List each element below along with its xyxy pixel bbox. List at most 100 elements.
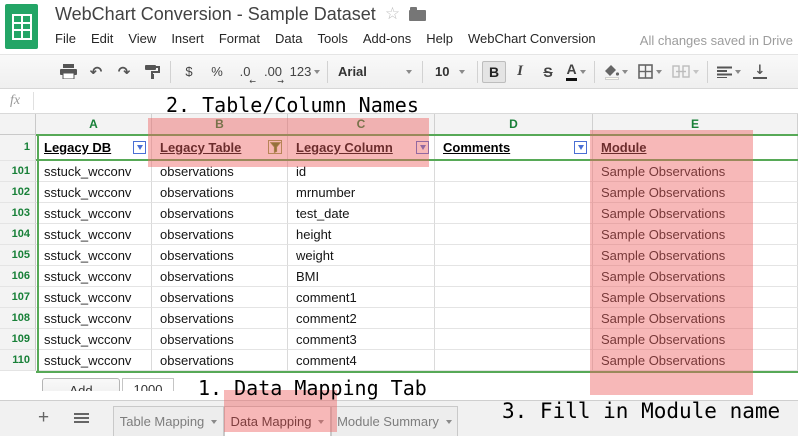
- font-size-select[interactable]: 10: [427, 60, 473, 84]
- cell[interactable]: sstuck_wcconv: [36, 329, 152, 350]
- print-icon[interactable]: [54, 60, 82, 84]
- column-header-c[interactable]: C: [288, 114, 435, 134]
- format-percent-button[interactable]: %: [203, 60, 231, 84]
- cell[interactable]: Sample Observations: [593, 266, 798, 287]
- cell[interactable]: weight: [288, 245, 435, 266]
- menu-item-edit[interactable]: Edit: [91, 31, 113, 46]
- cell[interactable]: id: [288, 161, 435, 182]
- cell-c1[interactable]: Legacy Column: [288, 135, 435, 161]
- paint-format-icon[interactable]: [138, 60, 166, 84]
- row-header-1[interactable]: 1: [0, 135, 36, 161]
- cell[interactable]: sstuck_wcconv: [36, 308, 152, 329]
- increase-decimal-button[interactable]: .00 →: [259, 60, 287, 84]
- cell[interactable]: Sample Observations: [593, 287, 798, 308]
- filter-dropdown-icon[interactable]: [574, 141, 587, 154]
- formula-bar[interactable]: fx: [0, 89, 798, 114]
- row-header-109[interactable]: 109: [0, 329, 36, 350]
- cell[interactable]: sstuck_wcconv: [36, 350, 152, 371]
- menu-item-tools[interactable]: Tools: [317, 31, 347, 46]
- column-header-e[interactable]: E: [593, 114, 798, 134]
- row-header-105[interactable]: 105: [0, 245, 36, 266]
- cell[interactable]: Sample Observations: [593, 203, 798, 224]
- filter-funnel-icon[interactable]: [268, 140, 282, 154]
- more-formats-button[interactable]: 123: [287, 60, 323, 84]
- cell[interactable]: observations: [152, 350, 288, 371]
- cell[interactable]: [435, 287, 593, 308]
- cell-e1[interactable]: Module: [593, 135, 798, 161]
- cell[interactable]: [435, 308, 593, 329]
- cell-b1[interactable]: Legacy Table: [152, 135, 288, 161]
- cell[interactable]: observations: [152, 182, 288, 203]
- cell[interactable]: sstuck_wcconv: [36, 161, 152, 182]
- row-header-108[interactable]: 108: [0, 308, 36, 329]
- cell[interactable]: observations: [152, 329, 288, 350]
- font-family-select[interactable]: Arial: [332, 60, 418, 84]
- row-header-106[interactable]: 106: [0, 266, 36, 287]
- horizontal-align-button[interactable]: [712, 60, 746, 84]
- menu-item-webchart-conversion[interactable]: WebChart Conversion: [468, 31, 596, 46]
- menu-item-data[interactable]: Data: [275, 31, 302, 46]
- cell[interactable]: sstuck_wcconv: [36, 266, 152, 287]
- menu-item-file[interactable]: File: [55, 31, 76, 46]
- menu-item-help[interactable]: Help: [426, 31, 453, 46]
- row-header-107[interactable]: 107: [0, 287, 36, 308]
- row-header-103[interactable]: 103: [0, 203, 36, 224]
- select-all-corner[interactable]: [0, 114, 36, 134]
- cell[interactable]: Sample Observations: [593, 245, 798, 266]
- cell[interactable]: observations: [152, 161, 288, 182]
- cell[interactable]: [435, 266, 593, 287]
- column-header-b[interactable]: B: [152, 114, 288, 134]
- fill-color-button[interactable]: [599, 60, 633, 84]
- undo-icon[interactable]: ↶: [82, 60, 110, 84]
- sheet-tab-data-mapping[interactable]: Data Mapping: [224, 406, 331, 436]
- cell[interactable]: comment2: [288, 308, 435, 329]
- italic-button[interactable]: I: [506, 60, 534, 84]
- cell[interactable]: BMI: [288, 266, 435, 287]
- column-header-d[interactable]: D: [435, 114, 593, 134]
- cell[interactable]: Sample Observations: [593, 350, 798, 371]
- decrease-decimal-button[interactable]: .0 ←: [231, 60, 259, 84]
- cell[interactable]: [435, 329, 593, 350]
- cell[interactable]: [435, 203, 593, 224]
- vertical-align-button[interactable]: ↓: [746, 60, 774, 84]
- cell[interactable]: mrnumber: [288, 182, 435, 203]
- cell[interactable]: comment4: [288, 350, 435, 371]
- row-header-110[interactable]: 110: [0, 350, 36, 371]
- cell[interactable]: sstuck_wcconv: [36, 182, 152, 203]
- cell[interactable]: test_date: [288, 203, 435, 224]
- cell[interactable]: observations: [152, 308, 288, 329]
- menu-item-format[interactable]: Format: [219, 31, 260, 46]
- cell[interactable]: sstuck_wcconv: [36, 287, 152, 308]
- menu-item-view[interactable]: View: [128, 31, 156, 46]
- cell[interactable]: sstuck_wcconv: [36, 245, 152, 266]
- cell[interactable]: sstuck_wcconv: [36, 203, 152, 224]
- row-header-101[interactable]: 101: [0, 161, 36, 182]
- cell[interactable]: observations: [152, 266, 288, 287]
- cell[interactable]: [435, 350, 593, 371]
- format-currency-button[interactable]: $: [175, 60, 203, 84]
- sheet-tab-module-summary[interactable]: Module Summary: [331, 406, 458, 436]
- cell[interactable]: Sample Observations: [593, 161, 798, 182]
- cell[interactable]: observations: [152, 224, 288, 245]
- cell[interactable]: sstuck_wcconv: [36, 224, 152, 245]
- star-icon[interactable]: ☆: [385, 6, 400, 23]
- strikethrough-button[interactable]: S: [534, 60, 562, 84]
- sheets-logo-icon[interactable]: [5, 4, 38, 49]
- cell[interactable]: [435, 182, 593, 203]
- cell[interactable]: [435, 161, 593, 182]
- cell[interactable]: comment3: [288, 329, 435, 350]
- filter-dropdown-icon[interactable]: [133, 141, 146, 154]
- cell[interactable]: [435, 224, 593, 245]
- text-color-button[interactable]: A: [562, 60, 590, 84]
- merge-cells-button[interactable]: [667, 60, 703, 84]
- folder-icon[interactable]: [409, 10, 426, 21]
- all-sheets-menu-icon[interactable]: [74, 413, 89, 415]
- bold-button[interactable]: B: [482, 61, 506, 83]
- cell[interactable]: [435, 245, 593, 266]
- add-sheet-button[interactable]: +: [38, 408, 49, 427]
- cell[interactable]: observations: [152, 245, 288, 266]
- cell[interactable]: Sample Observations: [593, 182, 798, 203]
- cell[interactable]: observations: [152, 287, 288, 308]
- cell[interactable]: comment1: [288, 287, 435, 308]
- row-header-104[interactable]: 104: [0, 224, 36, 245]
